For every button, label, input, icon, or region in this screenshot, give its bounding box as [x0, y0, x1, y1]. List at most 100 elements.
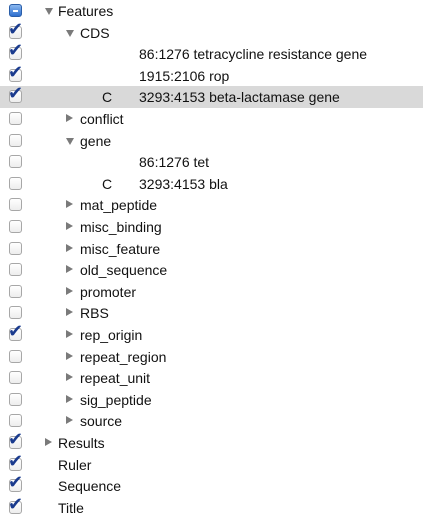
disclosure-triangle-closed-icon[interactable] [66, 416, 73, 425]
disclosure-triangle-closed-icon[interactable] [66, 286, 73, 295]
visibility-checkbox[interactable] [9, 4, 22, 17]
tree-row[interactable]: Features [0, 0, 423, 22]
disclosure-triangle-closed-icon[interactable] [66, 308, 73, 317]
disclosure-triangle-open-icon[interactable] [45, 8, 53, 15]
checkmark-icon: ✔ [8, 472, 24, 494]
tree-item-label: Results [58, 435, 105, 451]
visibility-checkbox[interactable] [9, 112, 22, 125]
disclosure-triangle-closed-icon[interactable] [66, 200, 73, 209]
tree-item-label: Ruler [58, 456, 92, 473]
tree-row[interactable]: mat_peptide [0, 194, 423, 216]
tree-item-label: RBS [80, 305, 109, 322]
tree-item-label: sig_peptide [80, 391, 152, 408]
tree-item-label: 1915:2106 rop [139, 67, 230, 84]
tree-row[interactable]: ✔ CDS [0, 20, 423, 44]
strand-label: C [102, 89, 113, 106]
tree-item-label: Sequence [58, 478, 122, 495]
visibility-checkbox[interactable] [9, 133, 22, 147]
tree-row[interactable]: misc_feature [0, 238, 423, 260]
tree-item-label: misc_feature [80, 240, 161, 257]
tree-row[interactable]: ✔ rep_origin [0, 323, 423, 346]
checkmark-icon: ✔ [8, 61, 24, 83]
visibility-checkbox[interactable] [9, 284, 22, 298]
disclosure-triangle-closed-icon[interactable] [66, 394, 73, 403]
visibility-checkbox[interactable] [9, 392, 22, 406]
tree-row[interactable]: misc_binding [0, 216, 423, 238]
tree-row[interactable]: source [0, 410, 423, 432]
disclosure-triangle-closed-icon[interactable] [66, 351, 73, 360]
tree-row[interactable]: promoter [0, 281, 423, 303]
tree-item-label: source [80, 413, 123, 430]
tree-row[interactable]: ✔ Ruler [0, 452, 423, 476]
feature-visibility-tree: Features ✔ CDS ✔ 86:1276 tetracycline resist… [0, 0, 423, 521]
tree-item-label: 3293:4153 bla [139, 175, 228, 192]
tree-item-label: 86:1276 tet [139, 154, 210, 171]
tree-row[interactable]: repeat_region [0, 346, 423, 368]
tree-item-label: repeat_region [80, 348, 167, 365]
tree-row[interactable]: old_sequence [0, 259, 423, 281]
tree-item-label: Features [58, 3, 114, 19]
tree-row[interactable]: 86:1276 tet [0, 151, 423, 173]
tree-item-label: 3293:4153 beta-lactamase gene [139, 89, 340, 106]
tree-item-label: misc_binding [80, 219, 162, 235]
tree-row[interactable]: ✔ Title [0, 495, 423, 519]
visibility-checkbox[interactable] [9, 155, 22, 169]
tree-row[interactable]: repeat_unit [0, 367, 423, 389]
visibility-checkbox[interactable]: ✔ [8, 495, 23, 514]
checkmark-icon: ✔ [8, 321, 24, 342]
visibility-checkbox[interactable] [9, 241, 22, 255]
visibility-checkbox[interactable]: ✔ [8, 20, 23, 39]
visibility-checkbox[interactable] [9, 371, 22, 385]
visibility-checkbox[interactable]: ✔ [8, 474, 23, 493]
tree-item-label: rep_origin [80, 327, 143, 343]
checkmark-icon: ✔ [8, 18, 24, 40]
strand-label: C [102, 175, 113, 192]
visibility-checkbox[interactable] [9, 263, 22, 277]
tree-item-label: repeat_unit [80, 370, 151, 387]
tree-item-label: gene [80, 132, 112, 149]
tree-item-label: Title [58, 499, 84, 516]
disclosure-triangle-open-icon[interactable] [66, 137, 74, 145]
tree-row[interactable]: conflict [0, 108, 423, 130]
tree-item-label: promoter [80, 283, 137, 300]
visibility-checkbox[interactable] [9, 306, 22, 320]
tree-row[interactable]: ✔ 1915:2106 rop [0, 63, 423, 87]
disclosure-triangle-closed-icon[interactable] [66, 373, 73, 382]
disclosure-triangle-closed-icon[interactable] [45, 438, 52, 446]
checkmark-icon: ✔ [8, 83, 24, 105]
disclosure-triangle-open-icon[interactable] [66, 29, 74, 37]
checkmark-icon: ✔ [8, 40, 24, 62]
visibility-checkbox[interactable]: ✔ [8, 63, 23, 82]
disclosure-triangle-closed-icon[interactable] [66, 265, 73, 274]
visibility-checkbox[interactable] [9, 176, 22, 190]
tree-row[interactable]: gene [0, 130, 423, 152]
disclosure-triangle-closed-icon[interactable] [66, 114, 73, 122]
disclosure-triangle-closed-icon[interactable] [66, 243, 73, 252]
tree-item-label: CDS [80, 24, 110, 41]
visibility-checkbox[interactable]: ✔ [8, 452, 23, 471]
tree-row[interactable]: ✔ Sequence [0, 474, 423, 497]
tree-row[interactable]: sig_peptide [0, 389, 423, 411]
tree-item-label: old_sequence [80, 262, 168, 279]
visibility-checkbox[interactable]: ✔ [8, 42, 23, 61]
visibility-checkbox[interactable] [9, 349, 22, 363]
checkmark-icon: ✔ [8, 429, 24, 450]
visibility-checkbox[interactable] [9, 220, 22, 233]
tree-row[interactable]: C 3293:4153 bla [0, 173, 423, 195]
visibility-checkbox[interactable]: ✔ [8, 85, 23, 104]
tree-row[interactable]: RBS [0, 302, 423, 324]
tree-row[interactable]: ✔ C 3293:4153 beta-lactamase gene [0, 85, 423, 109]
tree-row[interactable]: ✔ Results [0, 431, 423, 454]
tree-item-label: mat_peptide [80, 197, 158, 214]
disclosure-triangle-closed-icon[interactable] [66, 222, 73, 230]
checkmark-icon: ✔ [8, 493, 24, 515]
visibility-checkbox[interactable]: ✔ [8, 323, 23, 341]
tree-row[interactable]: ✔ 86:1276 tetracycline resistance gene [0, 42, 423, 65]
visibility-checkbox[interactable]: ✔ [8, 431, 23, 449]
visibility-checkbox[interactable] [9, 414, 22, 428]
visibility-checkbox[interactable] [9, 198, 22, 212]
mixed-state-icon [13, 10, 18, 12]
disclosure-triangle-closed-icon[interactable] [66, 330, 73, 338]
tree-item-label: conflict [80, 111, 124, 127]
tree-item-label: 86:1276 tetracycline resistance gene [139, 46, 368, 63]
